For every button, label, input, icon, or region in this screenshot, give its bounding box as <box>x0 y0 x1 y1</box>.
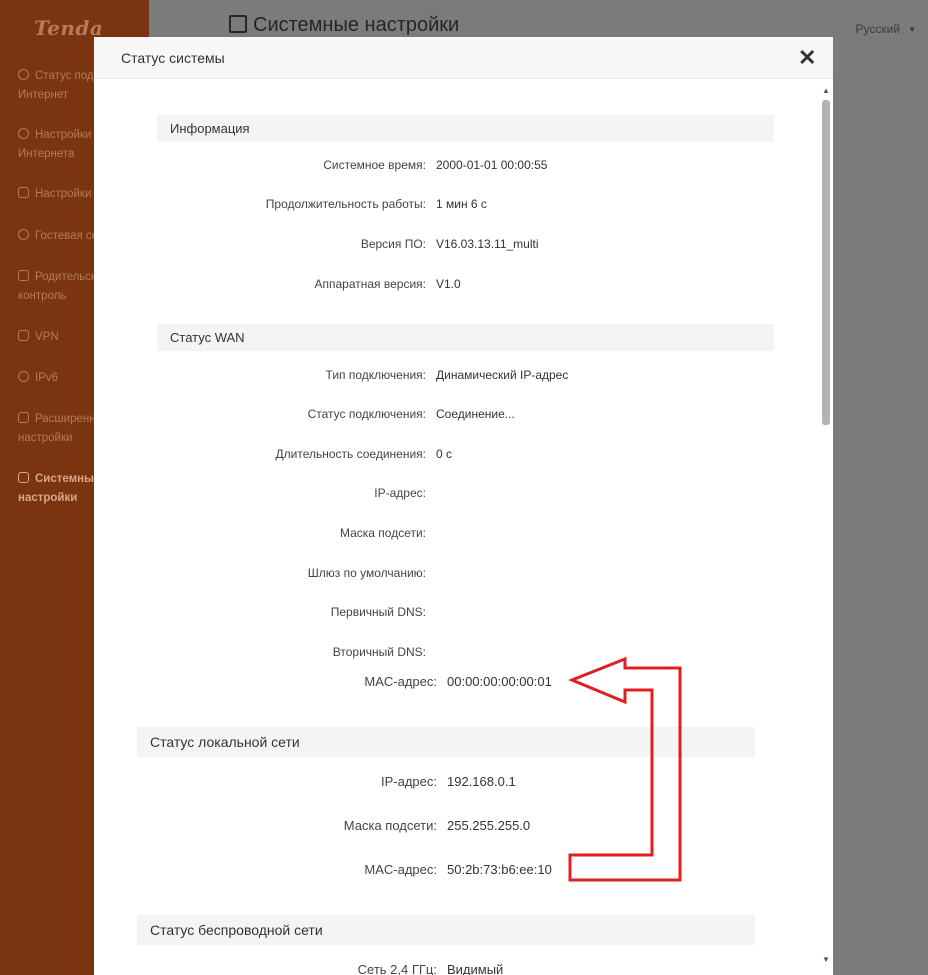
settings-sliders-icon <box>229 15 247 33</box>
caret-down-icon: ▼ <box>908 25 916 34</box>
section-header-wireless: Статус беспроводной сети <box>137 915 755 945</box>
section-header-lan: Статус локальной сети <box>137 727 755 757</box>
page-title: Системные настройки <box>229 14 459 37</box>
language-selector[interactable]: Русский ▼ <box>856 22 916 36</box>
vpn-icon <box>18 330 29 341</box>
close-icon[interactable]: ✕ <box>798 47 816 69</box>
globe-settings-icon <box>18 128 29 139</box>
scroll-up-arrow-icon[interactable]: ▲ <box>822 86 830 95</box>
parental-icon <box>18 270 29 281</box>
system-settings-icon <box>18 472 29 483</box>
scrollbar-thumb[interactable] <box>822 100 830 425</box>
scrollbar[interactable]: ▲ ▼ <box>820 82 832 975</box>
wifi-icon <box>18 187 29 198</box>
modal-title: Статус системы <box>121 50 225 66</box>
system-status-modal: Статус системы ✕ ▲ ▼ Информация Системно… <box>94 37 833 975</box>
scroll-down-arrow-icon[interactable]: ▼ <box>822 955 830 964</box>
section-header-wan: Статус WAN <box>157 324 774 351</box>
guest-user-icon <box>18 229 29 240</box>
advanced-settings-icon <box>18 412 29 423</box>
globe-icon <box>18 69 29 80</box>
modal-header: Статус системы ✕ <box>94 37 833 79</box>
tenda-logo: Tenda <box>34 16 104 40</box>
section-header-info: Информация <box>157 115 774 142</box>
ipv6-icon <box>18 371 29 382</box>
